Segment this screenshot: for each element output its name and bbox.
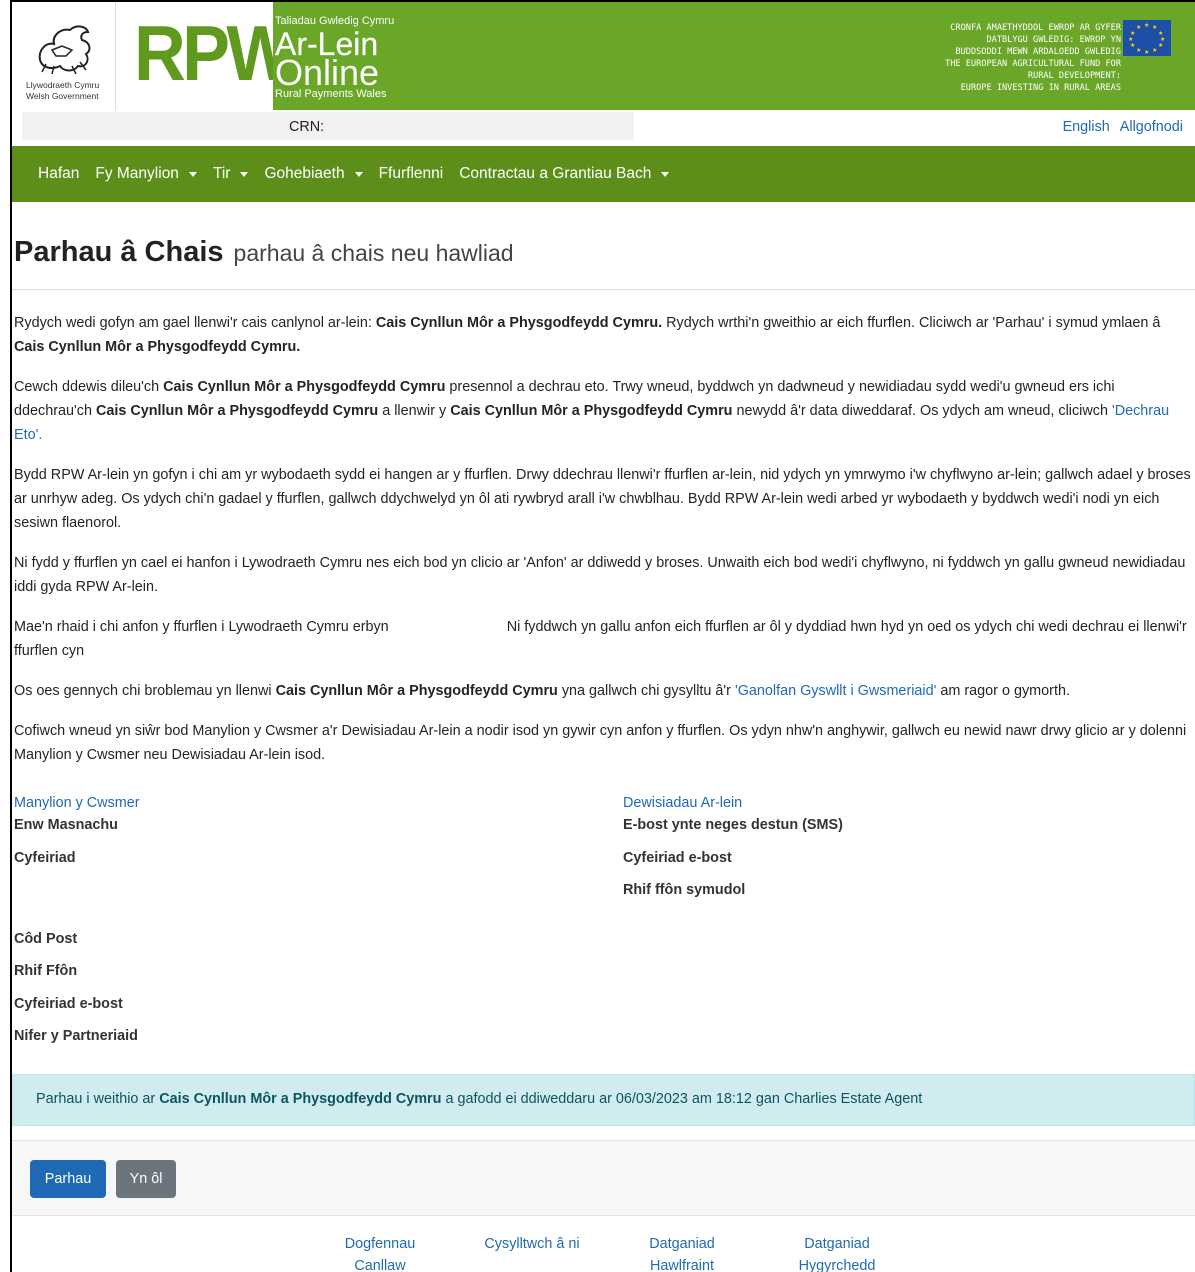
page-content: Rydych wedi gofyn am gael llenwi'r cais …: [14, 311, 1194, 783]
rpw-letters: RPW: [134, 9, 294, 97]
mobile-number-label: Rhif ffôn symudol: [623, 882, 746, 898]
page-subtitle: parhau â chais neu hawliad: [233, 240, 514, 266]
back-button[interactable]: Yn ôl: [116, 1160, 176, 1198]
paragraph-submit: Ni fydd y ffurflen yn cael ei hanfon i L…: [14, 555, 1186, 595]
button-bar: Parhau Yn ôl: [12, 1140, 1195, 1216]
eafrd-line: EUROPE INVESTING IN RURAL AREAS: [960, 83, 1121, 93]
nav-item-fy-manylion[interactable]: Fy Manylion: [95, 165, 197, 183]
scheme-name: Cais Cynllun Môr a Physgodfeydd Cymru: [163, 379, 446, 395]
logout-link[interactable]: Allgofnodi: [1120, 119, 1183, 135]
caret-down-icon: [240, 172, 249, 177]
nav-item-label: Contractau a Grantiau Bach: [459, 165, 652, 182]
caret-down-icon: [188, 172, 197, 177]
eafrd-line: CRONFA AMAETHYDDOL EWROP AR GYFER: [950, 23, 1121, 33]
alert-text: Parhau i weithio ar Cais Cynllun Môr a P…: [36, 1091, 922, 1107]
nav-item-contractau[interactable]: Contractau a Grantiau Bach: [459, 165, 670, 183]
trading-name-label: Enw Masnachu: [14, 817, 118, 833]
footer: Dogfennau Canllaw Cysylltwch â ni Datgan…: [12, 1228, 1195, 1272]
text: yna gallwch chi gysylltu â'r: [557, 683, 735, 699]
paragraph-intro: Rydych wedi gofyn am gael llenwi'r cais …: [14, 311, 1194, 359]
caret-down-icon: [661, 172, 670, 177]
paragraph-help: Os oes gennych chi broblemau yn llenwi C…: [14, 679, 1194, 703]
text: Os oes gennych chi broblemau yn llenwi: [14, 683, 276, 699]
text: Mae'n rhaid i chi anfon y ffurflen i Lyw…: [14, 619, 389, 635]
text: Cewch ddewis dileu'ch: [14, 379, 164, 395]
page-title: Parhau â Chais: [14, 236, 224, 268]
text: Rydych wedi gofyn am gael llenwi'r cais …: [14, 315, 376, 331]
nav-item-gohebiaeth[interactable]: Gohebiaeth: [264, 165, 363, 183]
info-alert: Parhau i weithio ar Cais Cynllun Môr a P…: [12, 1074, 1195, 1126]
text: newydd â'r data diweddaraf. Os ydych am …: [732, 403, 1112, 419]
address-label: Cyfeiriad: [14, 850, 76, 866]
partners-label: Nifer y Partneriaid: [14, 1028, 138, 1044]
scheme-name: Cais Cynllun Môr a Physgodfeydd Cymru.: [14, 339, 301, 355]
crn-field: [22, 112, 634, 140]
paragraph-info: Bydd RPW Ar-lein yn gofyn i chi am yr wy…: [14, 467, 1191, 531]
text: a llenwir y: [378, 403, 451, 419]
eu-flag-icon: ★ ★ ★ ★ ★ ★ ★ ★ ★ ★ ★ ★: [1123, 20, 1171, 56]
page-heading: Parhau â Chais parhau â chais neu hawlia…: [14, 236, 514, 269]
text: a gafodd ei ddiweddaru ar 06/03/2023 am …: [441, 1091, 923, 1107]
guidance-documents-link[interactable]: Dogfennau Canllaw: [330, 1233, 430, 1272]
divider: [12, 289, 1195, 290]
english-language-link[interactable]: English: [1063, 119, 1110, 135]
online-preferences-link[interactable]: Dewisiadau Ar-lein: [623, 792, 742, 814]
dragon-icon: [38, 25, 91, 75]
paragraph-check-details: Cofiwch wneud yn siŵr bod Manylion y Cws…: [14, 723, 1187, 763]
welsh-government-logo[interactable]: Llywodraeth Cymru Welsh Government: [12, 2, 115, 110]
email-address-label: Cyfeiriad e-bost: [623, 850, 732, 866]
header-green-band: Taliadau Gwledig Cymru Ar-Lein Online Ru…: [273, 2, 1195, 110]
email-or-sms-label: E-bost ynte neges destun (SMS): [623, 817, 843, 833]
nav-item-hafan[interactable]: Hafan: [38, 165, 79, 183]
eafrd-line: DATBLYGU GWLEDIG: EWROP YN: [986, 35, 1121, 45]
phone-label: Rhif Ffôn: [14, 963, 78, 979]
header-banner: Llywodraeth Cymru Welsh Government RPW T…: [12, 2, 1195, 110]
scheme-name: Cais Cynllun Môr a Physgodfeydd Cymru: [450, 403, 733, 419]
gov-name-english: Welsh Government: [26, 91, 99, 101]
nav-item-label: Gohebiaeth: [264, 165, 345, 182]
header-links: English Allgofnodi: [1057, 119, 1183, 135]
nav-item-ffurflenni[interactable]: Ffurflenni: [379, 165, 444, 183]
caret-down-icon: [354, 172, 363, 177]
copyright-statement-link[interactable]: Datganiad Hawlfraint: [632, 1233, 732, 1272]
nav-item-label: Ffurflenni: [378, 165, 444, 182]
text: am ragor o gymorth.: [936, 683, 1070, 699]
nav-item-label: Fy Manylion: [95, 165, 179, 182]
email-label: Cyfeiriad e-bost: [14, 996, 123, 1012]
scheme-name: Cais Cynllun Môr a Physgodfeydd Cymru: [159, 1091, 442, 1107]
paragraph-deadline: Mae'n rhaid i chi anfon y ffurflen i Lyw…: [14, 615, 1194, 663]
eafrd-line: THE EUROPEAN AGRICULTURAL FUND FOR: [945, 59, 1121, 69]
eafrd-line: RURAL DEVELOPMENT:: [1027, 71, 1121, 81]
contact-us-link[interactable]: Cysylltwch â ni: [472, 1233, 592, 1255]
postcode-label: Côd Post: [14, 931, 78, 947]
text: Parhau i weithio ar: [36, 1091, 160, 1107]
details-section: Manylion y Cwsmer Enw Masnachu Cyfeiriad…: [14, 792, 1194, 1057]
scheme-name: Cais Cynllun Môr a Physgodfeydd Cymru.: [375, 315, 663, 331]
scheme-name: Cais Cynllun Môr a Physgodfeydd Cymru: [275, 683, 558, 699]
rpw-logo[interactable]: RPW: [115, 2, 294, 110]
gov-name-welsh: Llywodraeth Cymru: [26, 80, 100, 90]
tagline-english: Rural Payments Wales: [275, 88, 387, 100]
text: Rydych wrthi'n gweithio ar eich ffurflen…: [662, 315, 1161, 331]
nav-item-tir[interactable]: Tir: [213, 165, 249, 183]
nav-item-label: Hafan: [38, 165, 80, 182]
customer-details-link[interactable]: Manylion y Cwsmer: [14, 792, 140, 814]
site-title-english: Online: [275, 52, 380, 93]
eafrd-text: CRONFA AMAETHYDDOL EWROP AR GYFER DATBLY…: [945, 22, 1121, 94]
accessibility-statement-link[interactable]: Datganiad Hygyrchedd: [782, 1233, 892, 1272]
nav-item-label: Tir: [212, 165, 231, 182]
main-nav: Hafan Fy Manylion Tir Gohebiaeth Ffurfle…: [12, 146, 1195, 202]
crn-bar: CRN: English Allgofnodi: [12, 110, 1195, 144]
crn-label: CRN:: [289, 119, 325, 135]
continue-button[interactable]: Parhau: [30, 1160, 106, 1198]
paragraph-restart: Cewch ddewis dileu'ch Cais Cynllun Môr a…: [14, 375, 1194, 447]
eafrd-line: BUDDSODDI MEWN ARDALOEDD GWLEDIG: [955, 47, 1121, 57]
scheme-name: Cais Cynllun Môr a Physgodfeydd Cymru: [95, 403, 379, 419]
contact-centre-link[interactable]: 'Ganolfan Gyswllt i Gwsmeriaid': [735, 683, 936, 699]
